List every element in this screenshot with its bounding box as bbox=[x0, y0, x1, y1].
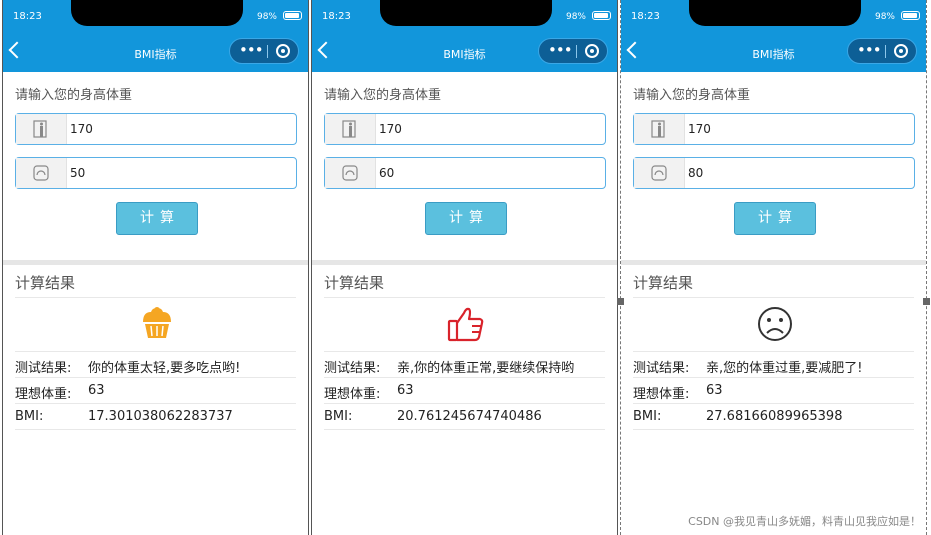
calculate-button[interactable]: 计算 bbox=[116, 202, 198, 235]
bmi-value: 20.761245674740486 bbox=[397, 409, 542, 424]
calculate-button[interactable]: 计算 bbox=[734, 202, 816, 235]
results-separator bbox=[324, 351, 605, 352]
results-separator bbox=[633, 377, 914, 378]
mini-program-capsule: ••• bbox=[847, 38, 917, 64]
input-prompt: 请输入您的身高体重 bbox=[324, 88, 442, 103]
weight-field[interactable]: 60 bbox=[324, 157, 606, 189]
phone-screen-overweight: 18:23 98% BMI指标 ••• 请输入您的身高体重 170 80 计算 … bbox=[620, 0, 927, 535]
nav-bar: 18:23 98% BMI指标 ••• bbox=[621, 0, 926, 72]
scale-icon bbox=[634, 158, 685, 188]
results-separator bbox=[15, 351, 296, 352]
height-field[interactable]: 170 bbox=[633, 113, 915, 145]
ideal-weight-value: 63 bbox=[397, 383, 414, 398]
close-target-icon[interactable] bbox=[585, 44, 599, 58]
bmi-label: BMI: bbox=[15, 409, 44, 424]
capsule-divider bbox=[267, 45, 268, 58]
test-result-value: 亲,你的体重正常,要继续保持哟 bbox=[397, 361, 575, 376]
weight-value: 80 bbox=[688, 166, 704, 180]
test-result-label: 测试结果: bbox=[15, 361, 72, 376]
status-time: 18:23 bbox=[322, 11, 351, 22]
ideal-weight-label: 理想体重: bbox=[324, 387, 381, 402]
input-prompt: 请输入您的身高体重 bbox=[633, 88, 751, 103]
thumbs-up-icon bbox=[447, 307, 484, 342]
watermark-text: CSDN @我见青山多妩媚，料青山见我应如是！ bbox=[688, 515, 921, 528]
results-separator bbox=[324, 297, 605, 298]
results-separator bbox=[324, 429, 605, 430]
weight-field[interactable]: 80 bbox=[633, 157, 915, 189]
battery-icon bbox=[592, 11, 611, 20]
height-value: 170 bbox=[688, 122, 711, 136]
height-field[interactable]: 170 bbox=[324, 113, 606, 145]
results-title: 计算结果 bbox=[324, 274, 385, 292]
weight-value: 50 bbox=[70, 166, 86, 180]
status-time: 18:23 bbox=[13, 11, 42, 22]
results-title: 计算结果 bbox=[633, 274, 694, 292]
ideal-weight-label: 理想体重: bbox=[15, 387, 72, 402]
battery-percent: 98% bbox=[565, 12, 586, 22]
calculate-button[interactable]: 计算 bbox=[425, 202, 507, 235]
results-title: 计算结果 bbox=[15, 274, 76, 292]
section-divider bbox=[621, 260, 926, 265]
ideal-weight-value: 63 bbox=[88, 383, 105, 398]
bmi-value: 17.301038062283737 bbox=[88, 409, 233, 424]
phone-screen-underweight: 18:23 98% BMI指标 ••• 请输入您的身高体重 170 50 计算 … bbox=[2, 0, 309, 535]
results-separator bbox=[633, 429, 914, 430]
close-target-icon[interactable] bbox=[276, 44, 290, 58]
bmi-label: BMI: bbox=[324, 409, 353, 424]
input-prompt: 请输入您的身高体重 bbox=[15, 88, 133, 103]
capsule-divider bbox=[576, 45, 577, 58]
nav-bar: 18:23 98% BMI指标 ••• bbox=[3, 0, 308, 72]
mini-program-capsule: ••• bbox=[538, 38, 608, 64]
scale-icon bbox=[16, 158, 67, 188]
test-result-value: 亲,您的体重过重,要减肥了! bbox=[706, 361, 863, 376]
height-icon bbox=[16, 114, 67, 144]
results-separator bbox=[15, 377, 296, 378]
ideal-weight-label: 理想体重: bbox=[633, 387, 690, 402]
resize-handle-left[interactable] bbox=[617, 298, 624, 305]
ideal-weight-value: 63 bbox=[706, 383, 723, 398]
height-icon bbox=[634, 114, 685, 144]
height-value: 170 bbox=[70, 122, 93, 136]
results-separator bbox=[324, 403, 605, 404]
results-separator bbox=[633, 403, 914, 404]
phone-notch bbox=[689, 0, 861, 26]
results-separator bbox=[15, 297, 296, 298]
more-icon[interactable]: ••• bbox=[239, 40, 264, 60]
mini-program-capsule: ••• bbox=[229, 38, 299, 64]
phone-notch bbox=[380, 0, 552, 26]
phone-notch bbox=[71, 0, 243, 26]
results-separator bbox=[633, 297, 914, 298]
resize-handle-right[interactable] bbox=[923, 298, 930, 305]
battery-icon bbox=[283, 11, 302, 20]
results-separator bbox=[633, 351, 914, 352]
test-result-label: 测试结果: bbox=[633, 361, 690, 376]
close-target-icon[interactable] bbox=[894, 44, 908, 58]
results-separator bbox=[15, 403, 296, 404]
more-icon[interactable]: ••• bbox=[548, 40, 573, 60]
more-icon[interactable]: ••• bbox=[857, 40, 882, 60]
test-result-label: 测试结果: bbox=[324, 361, 381, 376]
section-divider bbox=[312, 260, 617, 265]
results-separator bbox=[324, 377, 605, 378]
cupcake-icon bbox=[143, 307, 171, 338]
test-result-value: 你的体重太轻,要多吃点哟! bbox=[88, 361, 241, 376]
weight-value: 60 bbox=[379, 166, 395, 180]
battery-percent: 98% bbox=[256, 12, 277, 22]
status-time: 18:23 bbox=[631, 11, 660, 22]
height-icon bbox=[325, 114, 376, 144]
nav-bar: 18:23 98% BMI指标 ••• bbox=[312, 0, 617, 72]
height-field[interactable]: 170 bbox=[15, 113, 297, 145]
battery-percent: 98% bbox=[874, 12, 895, 22]
capsule-divider bbox=[885, 45, 886, 58]
section-divider bbox=[3, 260, 308, 265]
phone-screen-normal: 18:23 98% BMI指标 ••• 请输入您的身高体重 170 60 计算 … bbox=[311, 0, 618, 535]
sad-face-icon bbox=[758, 307, 792, 341]
results-separator bbox=[15, 429, 296, 430]
height-value: 170 bbox=[379, 122, 402, 136]
bmi-value: 27.68166089965398 bbox=[706, 409, 843, 424]
bmi-label: BMI: bbox=[633, 409, 662, 424]
weight-field[interactable]: 50 bbox=[15, 157, 297, 189]
scale-icon bbox=[325, 158, 376, 188]
battery-icon bbox=[901, 11, 920, 20]
